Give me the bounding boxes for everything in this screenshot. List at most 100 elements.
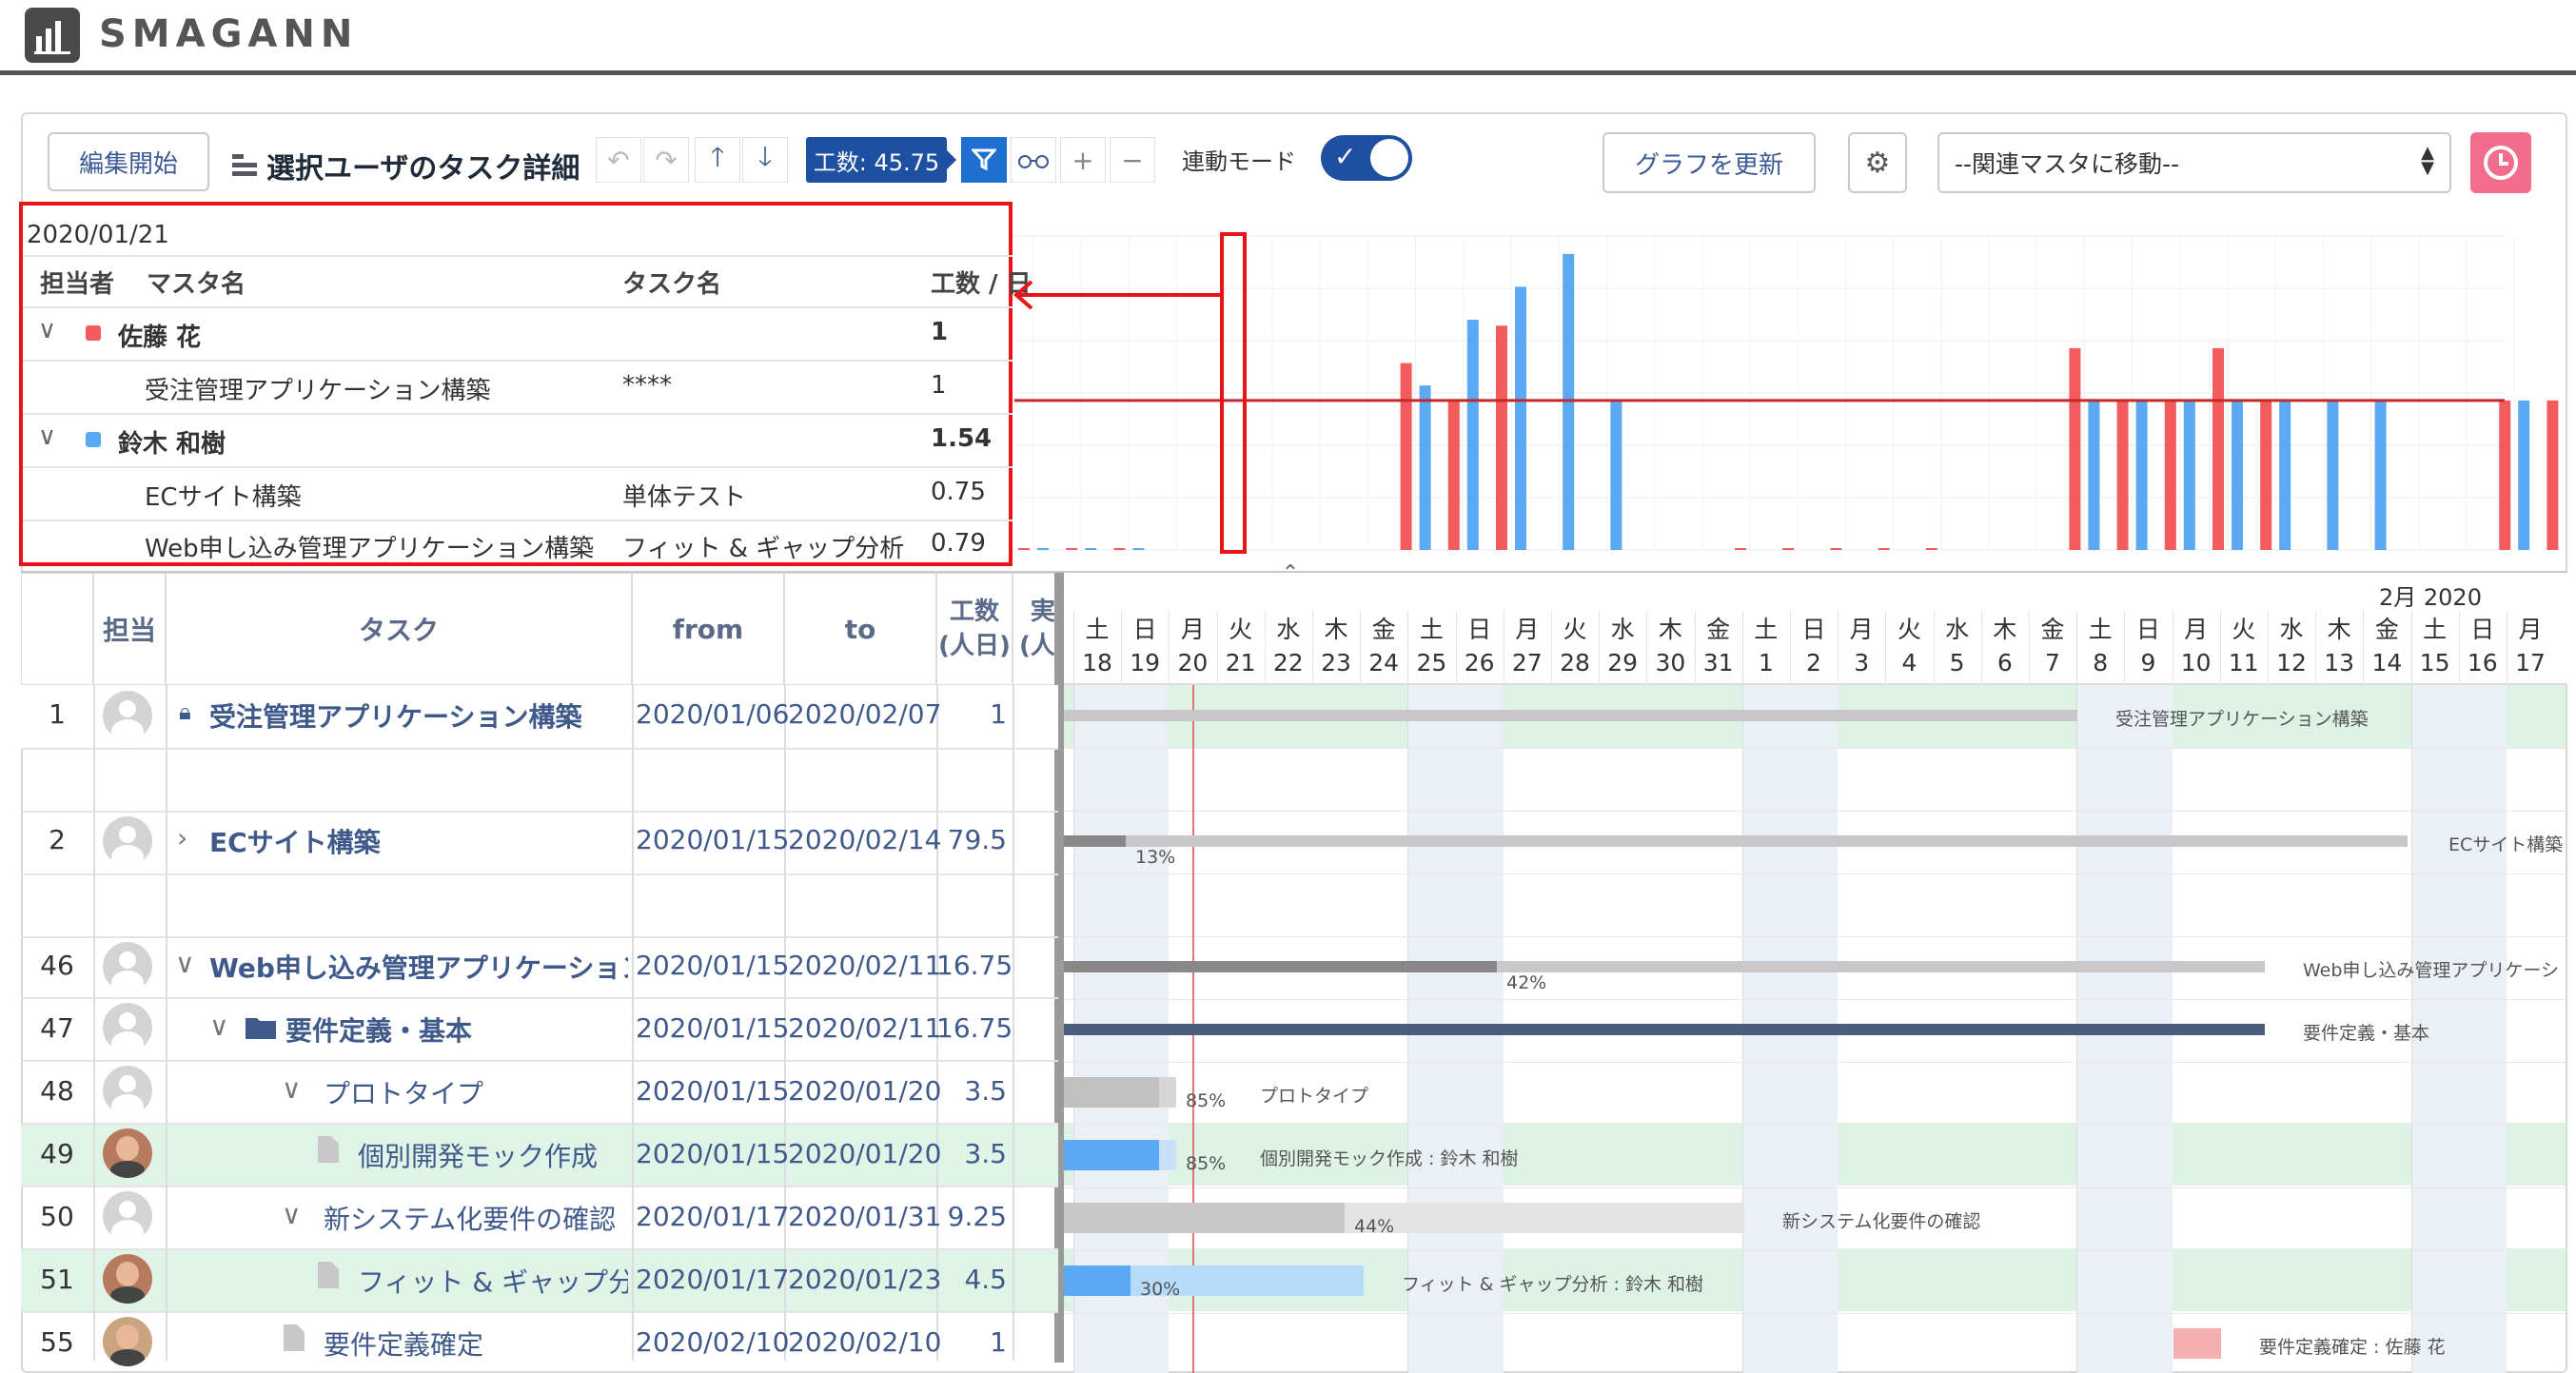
task-effort[interactable]: 79.5 <box>936 824 1007 855</box>
chart-bar-suzuki[interactable] <box>2518 400 2530 550</box>
chart-bar-suzuki[interactable] <box>2183 400 2195 550</box>
task-to[interactable]: 2020/02/11 <box>788 950 941 981</box>
task-from[interactable]: 2020/01/15 <box>636 824 789 855</box>
task-from[interactable]: 2020/01/15 <box>636 1012 789 1044</box>
task-to[interactable]: 2020/02/07 <box>788 698 941 730</box>
gantt-progress-fill[interactable] <box>1064 1265 1131 1296</box>
task-effort[interactable]: 3.5 <box>936 1075 1007 1107</box>
collapse-chevron-icon[interactable]: ∨ <box>209 1010 229 1042</box>
chart-bar-sato[interactable] <box>2069 347 2081 550</box>
chart-bar-suzuki[interactable] <box>1466 320 1479 550</box>
task-name[interactable]: 要件定義確定 <box>324 1324 483 1363</box>
avatar-placeholder[interactable] <box>103 942 152 991</box>
move-up-icon[interactable]: 🡑 <box>695 137 740 183</box>
task-name[interactable]: 新システム化要件の確認 <box>324 1199 616 1237</box>
chart-bar-sato[interactable] <box>1400 363 1412 550</box>
collapse-chevron-icon[interactable]: ∨ <box>282 1073 302 1105</box>
task-name[interactable]: 受注管理アプリケーション構築 <box>209 696 581 735</box>
task-from[interactable]: 2020/01/15 <box>636 950 789 981</box>
avatar-placeholder[interactable] <box>103 816 152 866</box>
task-from[interactable]: 2020/01/17 <box>636 1201 789 1232</box>
avatar-photo[interactable] <box>103 1254 152 1304</box>
chart-bar-sato[interactable] <box>2116 400 2129 550</box>
collapse-chevron-icon[interactable]: ∨ <box>38 422 56 451</box>
chart-bar-suzuki[interactable] <box>1563 253 1575 550</box>
chart-bar-suzuki[interactable] <box>2088 400 2100 550</box>
filter-icon[interactable] <box>961 137 1007 183</box>
chart-bar-suzuki[interactable] <box>2327 400 2339 550</box>
zoom-out-icon[interactable]: − <box>1110 137 1155 183</box>
task-name[interactable]: プロトタイプ <box>324 1073 483 1111</box>
chart-bar-sato[interactable] <box>2499 400 2511 550</box>
chart-bar-suzuki[interactable] <box>2374 400 2387 550</box>
gantt-summary-bar[interactable] <box>1064 1024 2265 1035</box>
avatar-placeholder[interactable] <box>103 691 152 740</box>
chart-bar-sato[interactable] <box>2212 347 2224 550</box>
expand-chevron-icon[interactable]: › <box>177 822 187 853</box>
col-header-to[interactable]: to <box>784 573 936 685</box>
chart-bar-sato[interactable] <box>1782 548 1795 550</box>
collapse-chevron-icon[interactable]: ∨ <box>175 948 195 979</box>
settings-gear-icon[interactable]: ⚙ <box>1848 132 1907 193</box>
chart-bar-suzuki[interactable] <box>2135 400 2148 550</box>
col-header-actual[interactable]: 実績 (人日) <box>1013 573 1058 685</box>
task-to[interactable]: 2020/01/23 <box>788 1264 941 1295</box>
task-effort[interactable]: 1 <box>936 1326 1007 1358</box>
edit-start-button[interactable]: 編集開始 <box>48 132 209 191</box>
gantt-progress-fill[interactable] <box>1064 1140 1159 1170</box>
col-header-effort[interactable]: 工数 (人日) <box>936 573 1013 685</box>
chart-bar-suzuki[interactable] <box>2232 400 2243 550</box>
col-header-task[interactable]: タスク <box>166 573 632 685</box>
chart-bar-sato[interactable] <box>1925 548 1937 550</box>
task-effort[interactable]: 3.5 <box>936 1138 1007 1169</box>
task-effort[interactable]: 1 <box>936 698 1007 730</box>
task-effort[interactable]: 16.75 <box>936 950 1013 981</box>
task-to[interactable]: 2020/01/20 <box>788 1138 941 1169</box>
task-from[interactable]: 2020/02/10 <box>636 1326 789 1358</box>
task-to[interactable]: 2020/01/31 <box>788 1201 941 1232</box>
task-name[interactable]: ECサイト構築 <box>209 822 381 860</box>
chart-bar-suzuki[interactable] <box>1515 286 1526 550</box>
avatar-placeholder[interactable] <box>103 1003 152 1052</box>
avatar-photo[interactable] <box>103 1317 152 1366</box>
task-name[interactable]: 個別開発モック作成 <box>358 1136 598 1174</box>
chart-bar-sato[interactable] <box>1830 548 1842 550</box>
redo-icon[interactable]: ↷ <box>643 137 689 183</box>
task-to[interactable]: 2020/02/14 <box>788 824 941 855</box>
chart-bar-sato[interactable] <box>1878 548 1890 550</box>
gantt-task-bar[interactable] <box>2173 1328 2221 1359</box>
gantt-progress-fill[interactable] <box>1064 961 1497 972</box>
chart-bar-sato[interactable] <box>1447 400 1460 550</box>
task-from[interactable]: 2020/01/15 <box>636 1075 789 1107</box>
master-select[interactable]: --関連マスタに移動-- ▲ ▼ <box>1937 132 2451 193</box>
gantt-progress-fill[interactable] <box>1064 1203 1345 1233</box>
undo-icon[interactable]: ↶ <box>596 137 641 183</box>
task-from[interactable]: 2020/01/06 <box>636 698 789 730</box>
col-header-from[interactable]: from <box>632 573 784 685</box>
chart-bar-sato[interactable] <box>1496 325 1507 550</box>
col-header-assignee[interactable]: 担当 <box>93 573 166 685</box>
task-to[interactable]: 2020/02/10 <box>788 1326 941 1358</box>
chart-bar-sato[interactable] <box>2164 400 2176 550</box>
chart-bar-suzuki[interactable] <box>1610 400 1622 550</box>
gantt-summary-bar[interactable] <box>1064 710 2077 721</box>
chart-bar-sato[interactable] <box>1735 548 1746 550</box>
task-effort[interactable]: 4.5 <box>936 1264 1007 1295</box>
avatar-placeholder[interactable] <box>103 1191 152 1241</box>
avatar-placeholder[interactable] <box>103 1066 152 1115</box>
chart-bar-sato[interactable] <box>2547 400 2559 550</box>
chart-bar-sato[interactable] <box>2260 400 2272 550</box>
chart-bar-suzuki[interactable] <box>2279 400 2291 550</box>
collapse-chevron-icon[interactable]: ∨ <box>38 316 56 344</box>
gantt-summary-bar[interactable] <box>1064 835 2408 847</box>
task-effort[interactable]: 9.25 <box>936 1201 1007 1232</box>
gantt-progress-fill[interactable] <box>1064 835 1126 847</box>
chart-bar-suzuki[interactable] <box>1419 385 1431 550</box>
collapse-chevron-icon[interactable]: ∨ <box>282 1199 302 1230</box>
task-name[interactable]: Web申し込み管理アプリケーション構築 <box>209 948 628 986</box>
link-mode-toggle[interactable]: ✓ <box>1321 135 1412 181</box>
clock-icon[interactable] <box>2470 132 2531 193</box>
task-from[interactable]: 2020/01/17 <box>636 1264 789 1295</box>
task-to[interactable]: 2020/02/11 <box>788 1012 941 1044</box>
avatar-photo[interactable] <box>103 1128 152 1178</box>
